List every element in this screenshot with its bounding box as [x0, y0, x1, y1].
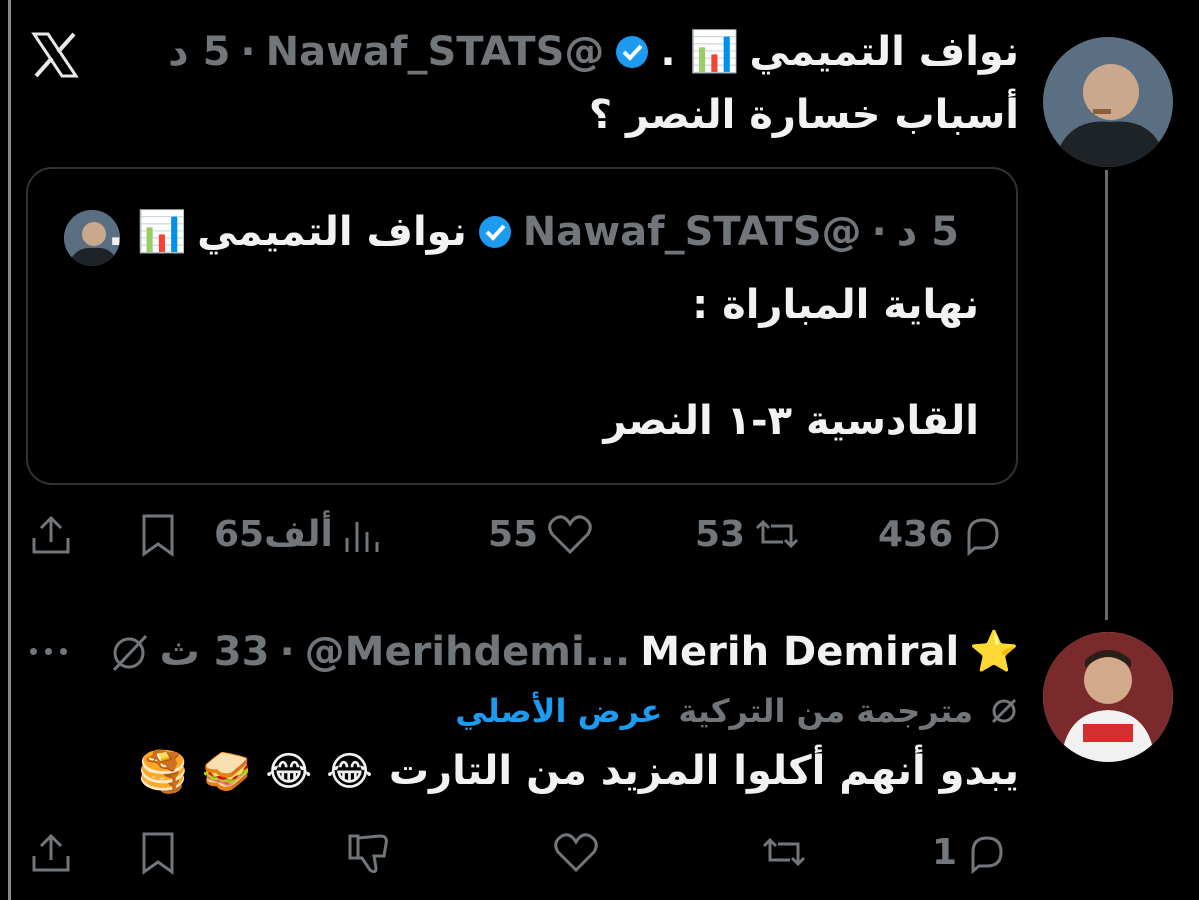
- reply-header: ⭐ Merih Demiral @Merihdemi... · 33 ث: [160, 628, 1019, 676]
- share-icon: [32, 515, 70, 554]
- reply-text-row: يبدو أنهم أكلوا المزيد من التارت 😂 😂 🥪 🥞: [138, 748, 1019, 795]
- quoted-line-2: القادسية ٣-١ النصر: [603, 398, 979, 444]
- display-name[interactable]: نواف التميمي: [749, 29, 1019, 75]
- quoted-handle: @Nawaf_STATS: [522, 208, 862, 255]
- thumbs-down-icon: [348, 834, 388, 874]
- quoted-separator-dot: ·: [871, 208, 887, 255]
- quoted-verified-badge-icon: [478, 215, 511, 248]
- handle[interactable]: @Nawaf_STATS: [266, 29, 605, 75]
- reply-bookmark-action[interactable]: [138, 830, 178, 876]
- reply-text: يبدو أنهم أكلوا المزيد من التارت: [388, 748, 1019, 794]
- thread-connector: [1105, 170, 1108, 620]
- bookmark-action[interactable]: [138, 512, 178, 558]
- quoted-timestamp: 5 د: [896, 208, 959, 255]
- reply-dislike-action[interactable]: [344, 830, 392, 876]
- name-decoration: 📊 .: [660, 29, 740, 75]
- views-action[interactable]: 65ألف: [214, 512, 381, 556]
- translate-icon: [991, 698, 1017, 724]
- retweet-count: 53: [695, 513, 746, 555]
- heart-icon: [548, 515, 592, 555]
- reply-count: 436: [878, 513, 954, 555]
- retweet-icon: [762, 837, 806, 867]
- quoted-line-1: نهاية المباراة :: [692, 282, 979, 328]
- verified-badge-icon: [616, 35, 649, 68]
- share-icon: [32, 833, 70, 872]
- reply-emojis: 😂 😂 🥪 🥞: [137, 749, 373, 795]
- tweet-header: نواف التميمي 📊 . @Nawaf_STATS · 5 د: [168, 28, 1019, 76]
- heart-icon: [554, 833, 598, 873]
- quoted-name-decoration: 📊 .: [108, 209, 188, 255]
- reply-separator-dot: ·: [279, 628, 295, 675]
- retweet-icon: [756, 519, 799, 549]
- reply-retweet-action[interactable]: [760, 830, 808, 874]
- avatar-nawaf[interactable]: [1043, 37, 1173, 167]
- retweet-action[interactable]: 53: [695, 512, 801, 556]
- share-action[interactable]: [28, 512, 74, 558]
- view-original-link[interactable]: عرض الأصلي: [455, 692, 662, 730]
- avatar-merih[interactable]: [1043, 632, 1173, 762]
- like-action[interactable]: 55: [488, 512, 594, 556]
- views-icon: [345, 522, 379, 552]
- bookmark-icon: [142, 832, 174, 875]
- reply-icon: [967, 518, 999, 556]
- grok-icon[interactable]: [106, 630, 152, 680]
- x-logo-icon[interactable]: [30, 30, 80, 80]
- left-divider: [8, 0, 11, 900]
- reply-action[interactable]: 436: [878, 512, 1005, 556]
- separator-dot: ·: [240, 28, 256, 75]
- more-options-icon[interactable]: [30, 648, 67, 655]
- reply-reply-action[interactable]: 1: [932, 830, 1009, 874]
- timestamp[interactable]: 5 د: [168, 29, 230, 75]
- reply-handle[interactable]: @Merihdemi...: [305, 629, 631, 675]
- bookmark-icon: [142, 514, 174, 557]
- star-emoji: ⭐: [969, 629, 1019, 675]
- tweet-text: أسباب خسارة النصر ؟: [588, 92, 1019, 138]
- quoted-header: 5 د · @Nawaf_STATS نواف التميمي 📊 .: [108, 208, 959, 256]
- reply-share-action[interactable]: [28, 830, 74, 876]
- reply-reply-count: 1: [932, 831, 958, 873]
- like-count: 55: [488, 513, 539, 555]
- translation-row: مترجمة من التركية عرض الأصلي: [455, 692, 1019, 730]
- reply-display-name[interactable]: Merih Demiral: [640, 629, 959, 675]
- views-count: 65ألف: [214, 513, 333, 555]
- reply-timestamp[interactable]: 33 ث: [160, 629, 270, 675]
- reply-like-action[interactable]: [552, 830, 600, 874]
- translated-note: مترجمة من التركية: [678, 692, 973, 730]
- quoted-display-name: نواف التميمي: [197, 208, 467, 255]
- reply-icon: [971, 836, 1003, 874]
